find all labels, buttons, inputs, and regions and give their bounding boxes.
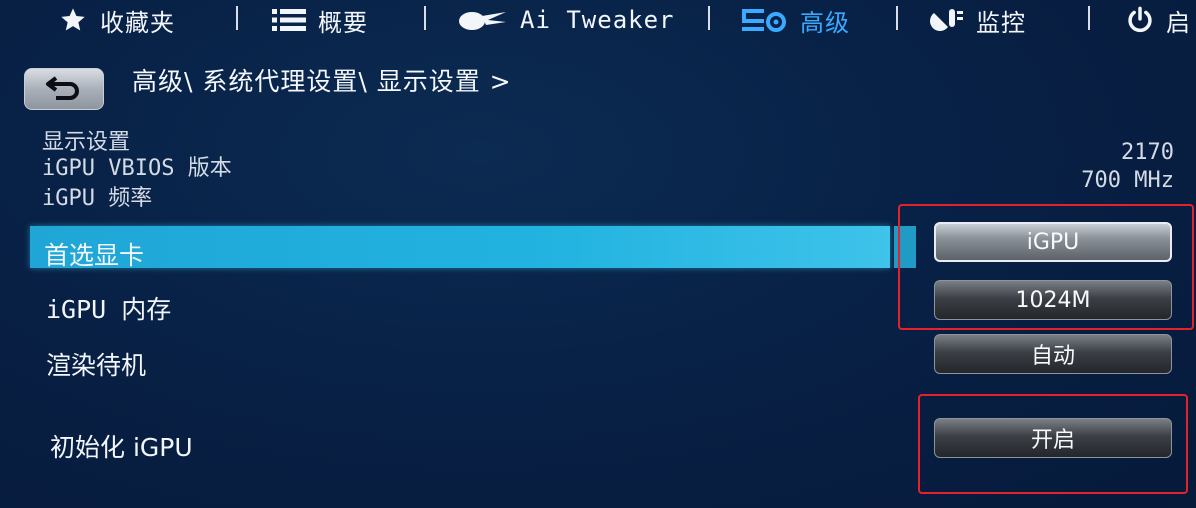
- igpu-frequency-label: iGPU 频率: [42, 186, 153, 211]
- render-standby-label[interactable]: 渲染待机: [46, 346, 146, 382]
- menu-label: 概要: [318, 8, 368, 37]
- vbios-version-value: 2170: [1121, 140, 1174, 165]
- menu-ai-tweaker[interactable]: Ai Tweaker: [458, 0, 675, 40]
- advanced-icon: [742, 7, 788, 33]
- menu-advanced[interactable]: 高级: [742, 0, 850, 40]
- menu-label: 收藏夹: [100, 8, 175, 37]
- back-arrow-icon: [44, 74, 84, 104]
- render-standby-button[interactable]: 自动: [934, 334, 1172, 374]
- init-igpu-label[interactable]: 初始化 iGPU: [50, 428, 193, 464]
- selected-row-highlight[interactable]: [30, 226, 890, 268]
- breadcrumb: 高级\ 系统代理设置\ 显示设置 >: [132, 67, 512, 96]
- monitor-icon: [930, 7, 964, 33]
- vbios-version-label: iGPU VBIOS 版本: [42, 156, 232, 181]
- menu-label: 高级: [800, 8, 850, 37]
- menu-separator: [236, 6, 238, 30]
- menu-separator: [424, 6, 426, 30]
- back-button[interactable]: [24, 68, 104, 110]
- menu-favorites[interactable]: 收藏夹: [58, 0, 175, 40]
- selected-row-highlight-tail: [894, 226, 916, 268]
- igpu-frequency-value: 700 MHz: [1081, 168, 1174, 193]
- top-menu-bar: 收藏夹 概要 Ai Tweaker 高级 监控 启: [0, 0, 1196, 44]
- menu-boot[interactable]: 启: [1126, 0, 1191, 40]
- menu-separator: [896, 6, 898, 30]
- init-igpu-button[interactable]: 开启: [934, 418, 1172, 458]
- menu-monitor[interactable]: 监控: [930, 0, 1026, 40]
- power-icon: [1126, 6, 1154, 34]
- menu-label: 监控: [976, 8, 1026, 37]
- menu-separator: [1088, 6, 1090, 30]
- menu-overview[interactable]: 概要: [272, 0, 368, 40]
- primary-display-label[interactable]: 首选显卡: [44, 236, 144, 272]
- igpu-memory-label[interactable]: iGPU 内存: [46, 290, 171, 326]
- menu-separator: [708, 6, 710, 30]
- menu-label: 启: [1166, 8, 1191, 37]
- primary-display-button[interactable]: iGPU: [934, 222, 1172, 262]
- menu-label: Ai Tweaker: [520, 6, 675, 34]
- tweaker-icon: [458, 8, 508, 32]
- star-icon: [58, 6, 88, 34]
- igpu-memory-button[interactable]: 1024M: [934, 280, 1172, 320]
- list-icon: [272, 7, 306, 33]
